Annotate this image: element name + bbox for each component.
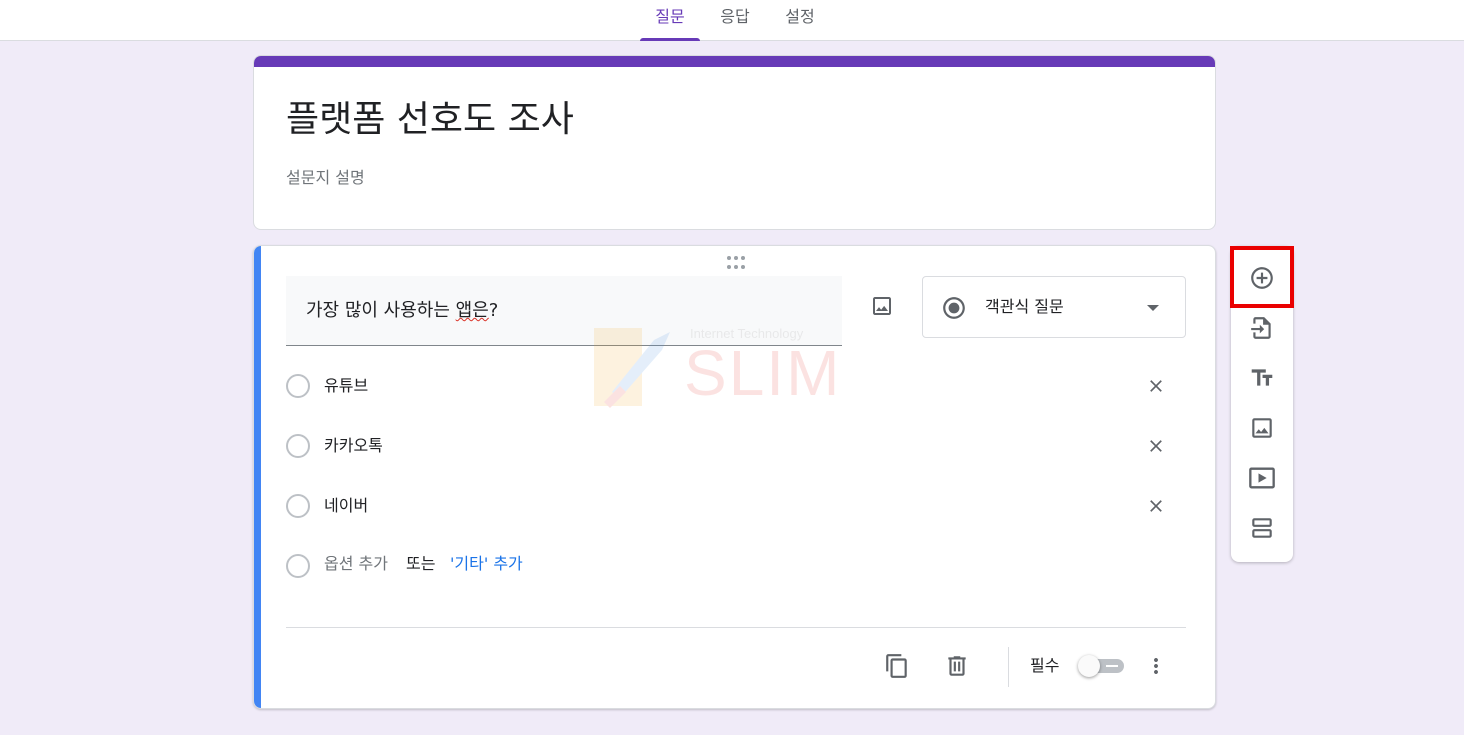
radio-option-icon xyxy=(286,494,310,518)
add-title-button[interactable] xyxy=(1246,362,1278,394)
add-option-row: 옵션 추가 또는 '기타' 추가 xyxy=(286,546,986,586)
or-text: 또는 xyxy=(406,554,436,573)
title-text-icon xyxy=(1251,369,1273,386)
option-label[interactable]: 유튜브 xyxy=(324,374,368,398)
chevron-down-icon xyxy=(1147,305,1159,311)
import-icon xyxy=(1251,317,1271,339)
question-title-text: 가장 많이 사용하는 앱은? xyxy=(306,300,499,321)
radio-option-icon xyxy=(286,434,310,458)
video-icon xyxy=(1249,467,1275,489)
add-image-button[interactable] xyxy=(1246,412,1278,444)
tab-responses[interactable]: 응답 xyxy=(710,0,760,41)
active-tab-indicator xyxy=(640,38,700,41)
footer-vertical-divider xyxy=(1008,647,1009,687)
add-video-button[interactable] xyxy=(1246,462,1278,494)
add-other-link[interactable]: '기타' 추가 xyxy=(450,552,523,576)
tab-settings-label: 설정 xyxy=(785,7,815,26)
option-row: 유튜브 xyxy=(286,366,1186,406)
drag-handle-icon[interactable] xyxy=(724,256,748,270)
question-type-label: 객관식 질문 xyxy=(985,297,1064,316)
remove-option-button[interactable] xyxy=(1142,372,1170,400)
add-option-input[interactable]: 옵션 추가 xyxy=(324,552,388,576)
option-row: 카카오톡 xyxy=(286,426,1186,466)
copy-icon xyxy=(886,654,907,678)
active-question-indicator xyxy=(254,246,261,708)
required-toggle[interactable] xyxy=(1078,654,1126,678)
add-circle-icon xyxy=(1251,267,1273,289)
option-row: 네이버 xyxy=(286,486,1186,526)
close-icon xyxy=(1150,380,1162,392)
toggle-knob xyxy=(1078,655,1100,677)
add-question-button[interactable] xyxy=(1246,262,1278,294)
title-card-accent-bar xyxy=(254,56,1215,67)
tab-questions-label: 질문 xyxy=(655,7,685,26)
radio-button-checked-icon xyxy=(943,297,965,319)
trash-icon xyxy=(948,656,966,676)
add-image-to-question-button[interactable] xyxy=(866,290,898,322)
close-icon xyxy=(1150,440,1162,452)
question-card[interactable]: 가장 많이 사용하는 앱은? 객관식 질문 Internet Technolog… xyxy=(253,245,1216,709)
form-description-input[interactable]: 설문지 설명 xyxy=(286,166,365,190)
delete-question-button[interactable] xyxy=(941,650,973,682)
question-title-input[interactable]: 가장 많이 사용하는 앱은? xyxy=(286,276,842,346)
add-section-button[interactable] xyxy=(1246,512,1278,544)
import-questions-button[interactable] xyxy=(1246,312,1278,344)
floating-toolbar xyxy=(1231,246,1293,562)
more-options-button[interactable] xyxy=(1140,650,1172,682)
image-icon xyxy=(1252,418,1272,438)
tab-settings[interactable]: 설정 xyxy=(775,0,825,41)
top-tab-bar: 질문 응답 설정 xyxy=(0,0,1464,41)
option-label[interactable]: 네이버 xyxy=(324,494,368,518)
form-title[interactable]: 플랫폼 선호도 조사 xyxy=(286,94,574,146)
remove-option-button[interactable] xyxy=(1142,492,1170,520)
section-icon xyxy=(1252,518,1272,538)
image-icon xyxy=(873,297,891,315)
spellcheck-word: 앱은 xyxy=(455,300,489,321)
radio-option-icon xyxy=(286,554,310,578)
question-type-dropdown[interactable]: 객관식 질문 xyxy=(922,276,1186,338)
option-label[interactable]: 카카오톡 xyxy=(324,434,383,458)
form-title-card[interactable]: 플랫폼 선호도 조사 설문지 설명 xyxy=(253,55,1216,230)
more-vert-icon xyxy=(1154,658,1158,674)
close-icon xyxy=(1150,500,1162,512)
tab-questions[interactable]: 질문 xyxy=(640,0,700,41)
radio-option-icon xyxy=(286,374,310,398)
required-label: 필수 xyxy=(1030,656,1060,675)
footer-divider xyxy=(286,627,1186,628)
tab-responses-label: 응답 xyxy=(720,7,750,26)
duplicate-question-button[interactable] xyxy=(881,650,913,682)
remove-option-button[interactable] xyxy=(1142,432,1170,460)
